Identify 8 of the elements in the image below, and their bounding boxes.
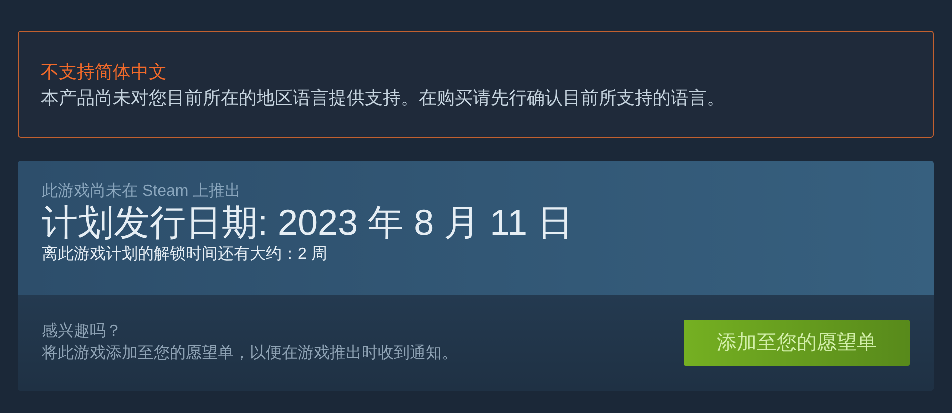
- release-date: 计划发行日期: 2023 年 8 月 11 日: [42, 203, 574, 243]
- release-status: 此游戏尚未在 Steam 上推出: [42, 182, 242, 202]
- add-to-wishlist-button[interactable]: 添加至您的愿望单: [684, 320, 910, 366]
- wishlist-description: 将此游戏添加至您的愿望单，以便在游戏推出时收到通知。: [42, 344, 458, 364]
- wishlist-question: 感兴趣吗？: [42, 322, 123, 342]
- release-countdown: 离此游戏计划的解锁时间还有大约：2 周: [42, 244, 328, 265]
- notice-title: 不支持简体中文: [41, 61, 168, 84]
- notice-message: 本产品尚未对您目前所在的地区语言提供支持。在购买请先行确认目前所支持的语言。: [41, 87, 726, 110]
